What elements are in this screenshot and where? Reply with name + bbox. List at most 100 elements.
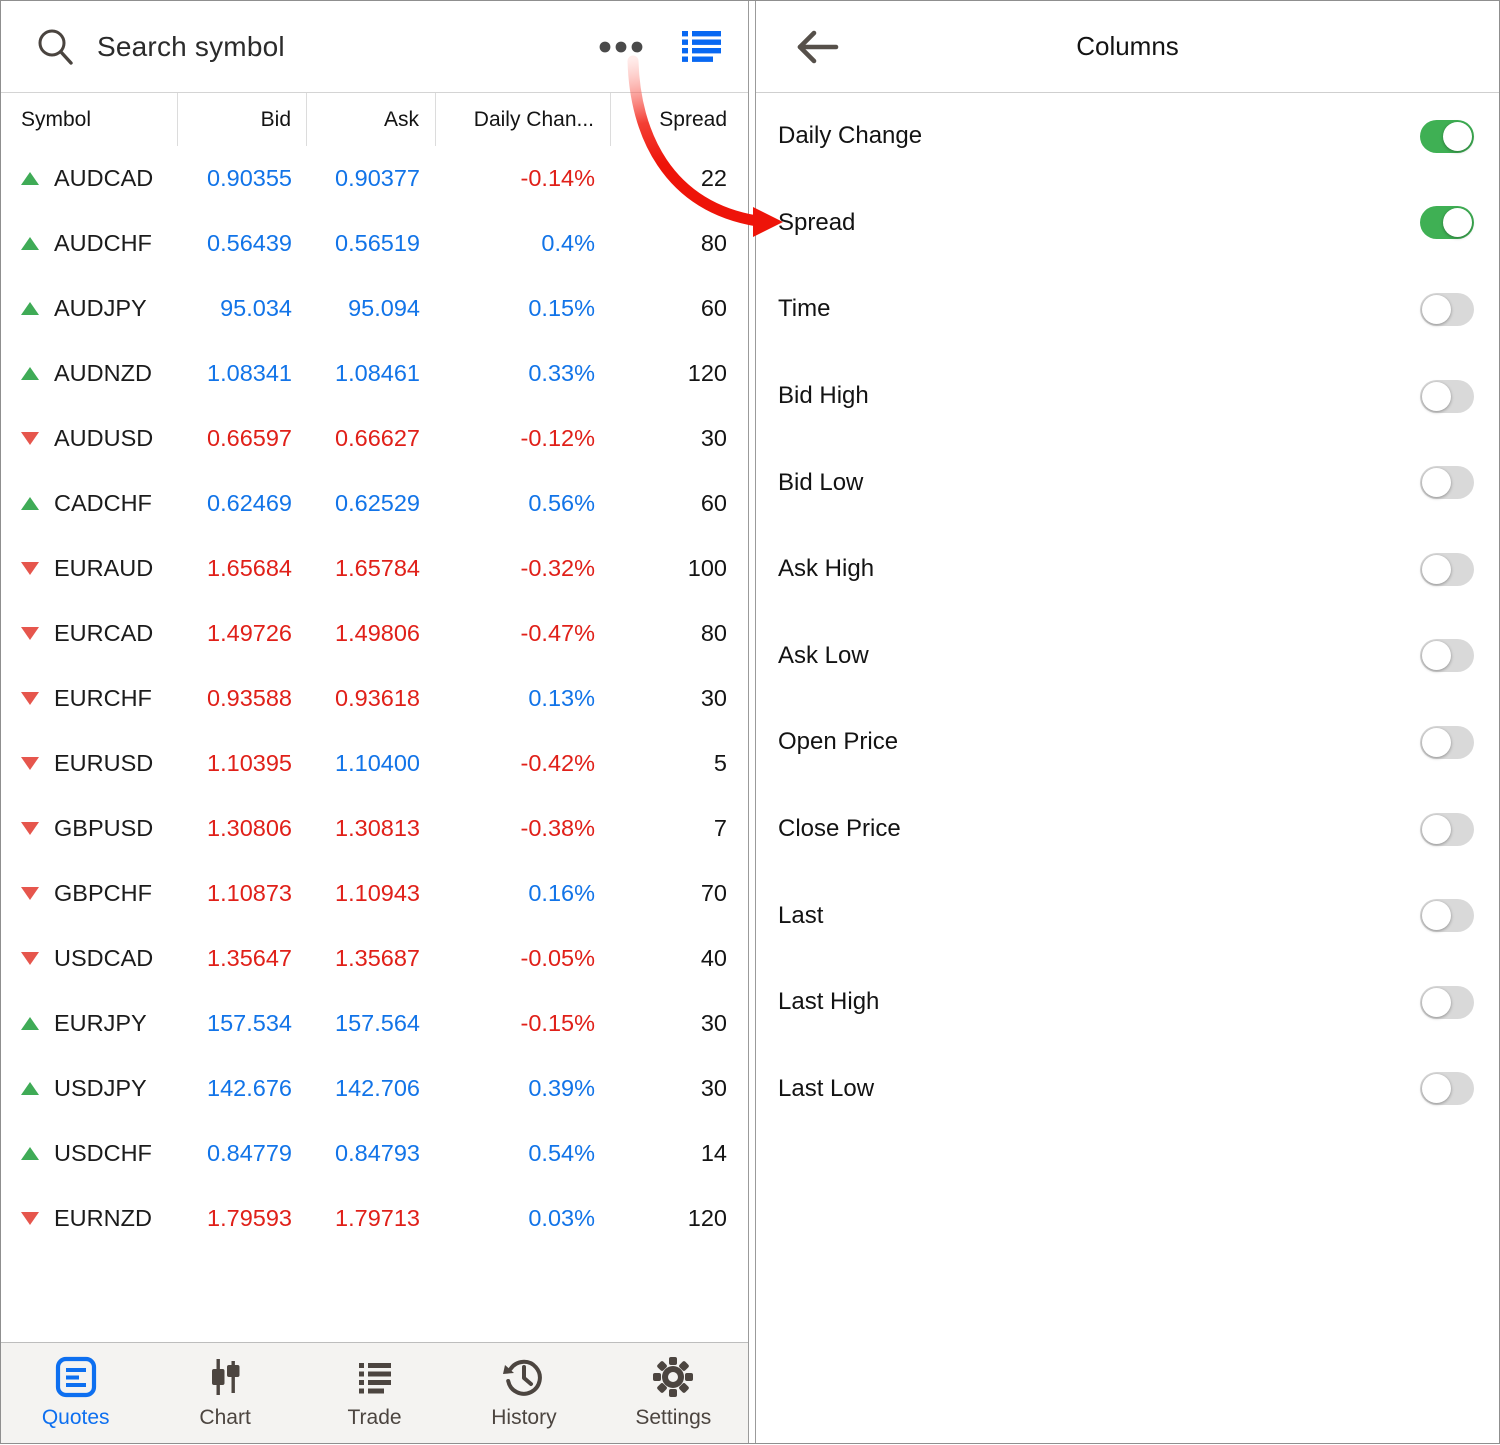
quote-row[interactable]: AUDCHF 0.56439 0.56519 0.4% 80 [1,211,748,276]
daily-change-value: 0.54% [436,1140,611,1167]
back-arrow-icon[interactable] [792,27,840,67]
ask-value: 1.08461 [307,360,436,387]
list-view-icon[interactable] [682,30,722,64]
daily-change-value: -0.38% [436,815,611,842]
toggle-switch[interactable] [1420,813,1474,846]
quote-row[interactable]: CADCHF 0.62469 0.62529 0.56% 60 [1,471,748,536]
ask-value: 1.10943 [307,880,436,907]
quote-row[interactable]: USDCAD 1.35647 1.35687 -0.05% 40 [1,926,748,991]
column-header-ask: Ask [307,93,436,146]
column-toggle-row: Last High [756,959,1499,1046]
spread-value: 30 [611,685,749,712]
quote-row[interactable]: AUDUSD 0.66597 0.66627 -0.12% 30 [1,406,748,471]
daily-change-value: 0.56% [436,490,611,517]
toggle-switch[interactable] [1420,293,1474,326]
quote-row[interactable]: EURCHF 0.93588 0.93618 0.13% 30 [1,666,748,731]
tab-history[interactable]: History [449,1343,598,1443]
toggle-switch[interactable] [1420,986,1474,1019]
ask-value: 1.30813 [307,815,436,842]
daily-change-value: -0.12% [436,425,611,452]
daily-change-value: -0.32% [436,555,611,582]
columns-panel: Columns Daily Change Spread Time Bid Hig… [755,1,1499,1443]
page-title: Columns [756,31,1499,62]
toggle-label: Last High [778,988,879,1016]
quote-row[interactable]: EURJPY 157.534 157.564 -0.15% 30 [1,991,748,1056]
ask-value: 1.49806 [307,620,436,647]
column-toggle-row: Spread [756,180,1499,267]
toggle-switch[interactable] [1420,899,1474,932]
history-icon [502,1356,546,1398]
search-bar[interactable]: Search symbol [1,1,748,93]
switch-knob [1422,815,1451,844]
tab-chart[interactable]: Chart [150,1343,299,1443]
column-header-daily-change: Daily Chan... [436,93,611,146]
quote-row[interactable]: GBPCHF 1.10873 1.10943 0.16% 70 [1,861,748,926]
column-toggle-row: Bid High [756,353,1499,440]
ask-value: 1.10400 [307,750,436,777]
quote-row[interactable]: AUDJPY 95.034 95.094 0.15% 60 [1,276,748,341]
symbol-label: AUDJPY [54,295,147,322]
spread-value: 60 [611,295,749,322]
toggle-switch[interactable] [1420,206,1474,239]
spread-value: 30 [611,425,749,452]
quote-row[interactable]: USDCHF 0.84779 0.84793 0.54% 14 [1,1121,748,1186]
trend-triangle-icon [21,887,39,900]
trend-triangle-icon [21,1147,39,1160]
search-input[interactable]: Search symbol [97,31,285,63]
quote-row[interactable]: AUDCAD 0.90355 0.90377 -0.14% 22 [1,146,748,211]
trend-triangle-icon [21,627,39,640]
ask-value: 1.65784 [307,555,436,582]
quote-row[interactable]: EURAUD 1.65684 1.65784 -0.32% 100 [1,536,748,601]
toggle-label: Spread [778,209,855,237]
column-toggle-row: Time [756,266,1499,353]
spread-value: 100 [611,555,749,582]
toggle-label: Time [778,295,830,323]
quote-row[interactable]: USDJPY 142.676 142.706 0.39% 30 [1,1056,748,1121]
symbol-label: GBPUSD [54,815,153,842]
symbol-label: AUDNZD [54,360,152,387]
column-toggle-row: Last [756,872,1499,959]
toggle-switch[interactable] [1420,639,1474,672]
toggle-switch[interactable] [1420,726,1474,759]
ellipsis-menu-icon[interactable] [598,40,644,54]
quotes-rows: AUDCAD 0.90355 0.90377 -0.14% 22 AUDCHF … [1,146,748,1251]
tab-label: Settings [635,1406,711,1430]
quote-row[interactable]: AUDNZD 1.08341 1.08461 0.33% 120 [1,341,748,406]
tab-trade[interactable]: Trade [300,1343,449,1443]
search-icon [35,25,75,69]
trend-triangle-icon [21,952,39,965]
bid-value: 1.35647 [178,945,307,972]
trend-triangle-icon [21,757,39,770]
toggle-switch[interactable] [1420,1072,1474,1105]
spread-value: 14 [611,1140,749,1167]
quote-row[interactable]: GBPUSD 1.30806 1.30813 -0.38% 7 [1,796,748,861]
toggle-label: Open Price [778,728,898,756]
spread-value: 40 [611,945,749,972]
toggle-switch[interactable] [1420,553,1474,586]
trend-triangle-icon [21,692,39,705]
tab-quotes[interactable]: Quotes [1,1343,150,1443]
column-toggle-row: Ask Low [756,613,1499,700]
daily-change-value: 0.39% [436,1075,611,1102]
column-toggle-row: Close Price [756,786,1499,873]
trend-triangle-icon [21,237,39,250]
symbol-label: EURCHF [54,685,152,712]
tab-label: Trade [347,1406,401,1430]
daily-change-value: 0.13% [436,685,611,712]
toggle-label: Bid High [778,382,869,410]
toggle-label: Ask Low [778,642,869,670]
tab-settings[interactable]: Settings [599,1343,748,1443]
toggle-switch[interactable] [1420,120,1474,153]
ask-value: 1.35687 [307,945,436,972]
column-toggle-row: Daily Change [756,93,1499,180]
daily-change-value: 0.16% [436,880,611,907]
spread-value: 22 [611,165,749,192]
toggle-switch[interactable] [1420,380,1474,413]
quote-row[interactable]: EURCAD 1.49726 1.49806 -0.47% 80 [1,601,748,666]
daily-change-value: 0.03% [436,1205,611,1232]
quote-row[interactable]: EURUSD 1.10395 1.10400 -0.42% 5 [1,731,748,796]
table-header: Symbol Bid Ask Daily Chan... Spread [1,93,748,146]
toggle-label: Close Price [778,815,901,843]
quote-row[interactable]: EURNZD 1.79593 1.79713 0.03% 120 [1,1186,748,1251]
toggle-switch[interactable] [1420,466,1474,499]
